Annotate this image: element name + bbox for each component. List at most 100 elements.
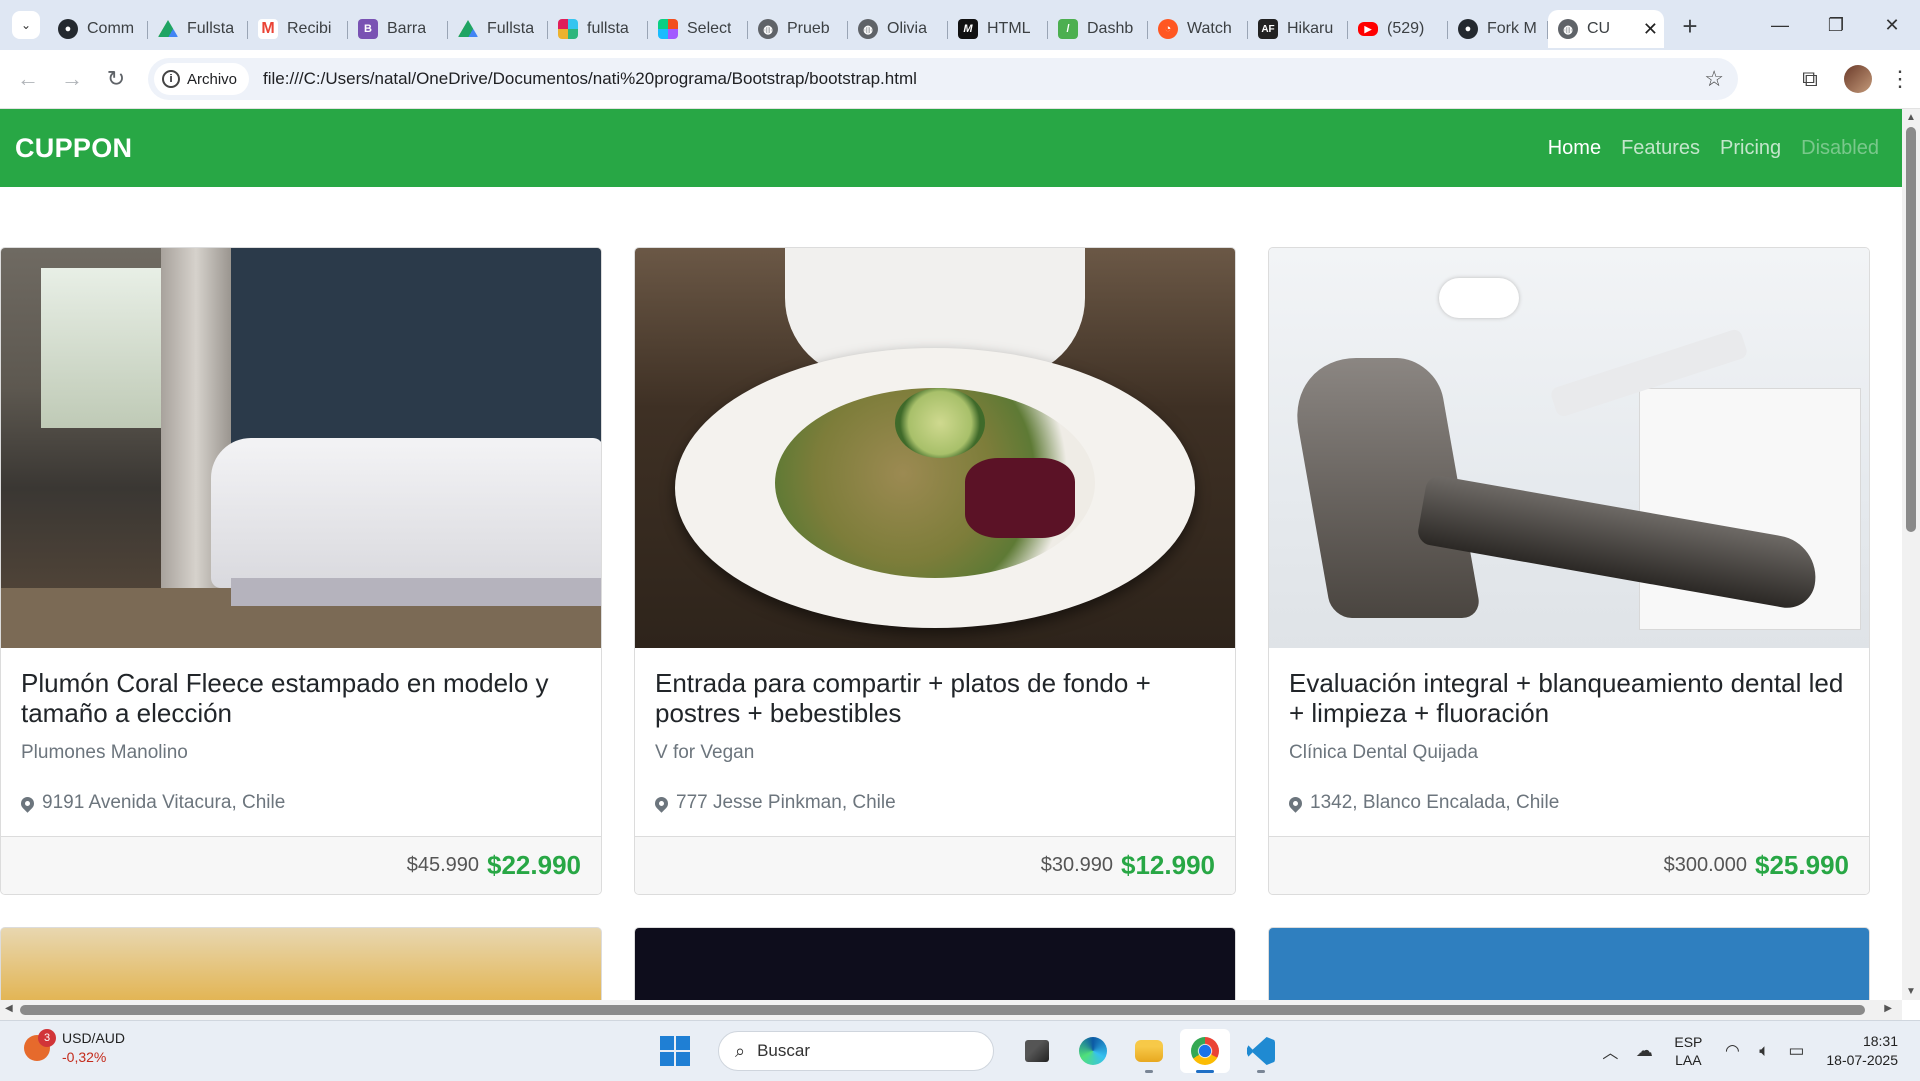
search-icon: ⌕	[735, 1040, 746, 1061]
google-drive-icon	[158, 20, 178, 37]
browser-tab[interactable]: Fullsta	[148, 10, 248, 48]
language-indicator[interactable]: ESP LAA	[1674, 1033, 1702, 1069]
old-price: $45.990	[406, 854, 480, 876]
google-drive-icon	[458, 20, 478, 37]
coupon-card-partial[interactable]	[1268, 927, 1870, 1000]
nav-link-home[interactable]: Home	[1548, 137, 1601, 160]
new-tab-button[interactable]: +	[1672, 11, 1708, 42]
address-bar[interactable]: i Archivo file:///C:/Users/natal/OneDriv…	[148, 58, 1738, 100]
url-text[interactable]: file:///C:/Users/natal/OneDrive/Document…	[263, 69, 917, 89]
card-footer: $30.990 $12.990	[635, 836, 1235, 894]
onedrive-icon[interactable]: ☁	[1628, 1041, 1660, 1061]
scroll-thumb[interactable]	[1906, 127, 1916, 532]
browser-tab[interactable]: / Dashb	[1048, 10, 1148, 48]
coupon-card[interactable]: Plumón Coral Fleece estampado en modelo …	[0, 247, 602, 895]
edge-icon[interactable]	[1068, 1029, 1118, 1073]
menu-kebab-icon[interactable]: ⋮	[1888, 66, 1912, 92]
old-price: $30.990	[1040, 854, 1114, 876]
card-footer: $300.000 $25.990	[1269, 836, 1869, 894]
youtube-icon: ▶	[1358, 22, 1378, 36]
browser-tab[interactable]: Select	[648, 10, 748, 48]
brand-logo[interactable]: CUPPON	[15, 133, 132, 164]
slack-icon	[558, 19, 578, 39]
taskbar-search[interactable]: ⌕ Buscar	[718, 1031, 994, 1071]
browser-tab[interactable]: Fullsta	[448, 10, 548, 48]
file-explorer-icon[interactable]	[1124, 1029, 1174, 1073]
reload-icon[interactable]: ↻	[94, 66, 138, 92]
site-info-label: Archivo	[187, 70, 238, 88]
battery-icon[interactable]: ▭	[1780, 1041, 1812, 1061]
gmail-icon: M	[258, 19, 278, 39]
horizontal-scrollbar[interactable]: ◀ ▶	[0, 1000, 1902, 1020]
scroll-right-icon[interactable]: ▶	[1884, 1003, 1892, 1014]
ticker-label: USD/AUD	[62, 1030, 126, 1046]
taskbar-search-placeholder: Buscar	[757, 1041, 811, 1060]
browser-tab[interactable]: ◍ Prueb	[748, 10, 848, 48]
scroll-left-icon[interactable]: ◀	[5, 1003, 13, 1014]
minimize-icon[interactable]: —	[1752, 0, 1808, 50]
browser-tab[interactable]: ● Fork M	[1448, 10, 1548, 48]
coupon-grid: Plumón Coral Fleece estampado en modelo …	[0, 247, 1902, 907]
clock[interactable]: 18:31 18-07-2025	[1826, 1032, 1898, 1070]
dashboard-icon: /	[1058, 19, 1078, 39]
coupon-card-partial[interactable]	[634, 927, 1236, 1000]
scroll-down-icon[interactable]: ▼	[1906, 986, 1916, 997]
tab-search-chevron-icon[interactable]: ⌄	[12, 11, 40, 39]
browser-tab[interactable]: M Recibi	[248, 10, 348, 48]
profile-avatar[interactable]	[1844, 65, 1872, 93]
browser-tab[interactable]: fullsta	[548, 10, 648, 48]
browser-tab[interactable]: ● Comm	[48, 10, 148, 48]
nav-link-features[interactable]: Features	[1621, 137, 1700, 160]
card-vendor: Clínica Dental Quijada	[1289, 742, 1479, 763]
globe-icon: ◍	[858, 19, 878, 39]
browser-tab[interactable]: M HTML	[948, 10, 1048, 48]
stock-widget[interactable]: 3 USD/AUD -0,32%	[24, 1029, 125, 1067]
old-price: $300.000	[1663, 854, 1748, 876]
site-info-chip[interactable]: i Archivo	[154, 63, 250, 95]
stocks-icon: 3	[24, 1029, 56, 1061]
language-code: ESP	[1674, 1034, 1703, 1050]
browser-tab[interactable]: AF Hikaru	[1248, 10, 1348, 48]
forward-arrow-icon[interactable]: →	[50, 66, 94, 92]
close-tab-icon[interactable]: ✕	[1643, 19, 1658, 40]
info-icon: i	[162, 70, 180, 88]
task-view-icon[interactable]	[1012, 1029, 1062, 1073]
browser-tab[interactable]: ▶ (529)	[1348, 10, 1448, 48]
github-icon: ●	[58, 19, 78, 39]
chrome-icon[interactable]	[1180, 1029, 1230, 1073]
bootstrap-icon: B	[358, 19, 378, 39]
af-icon: AF	[1258, 19, 1278, 39]
browser-tab[interactable]: B Barra	[348, 10, 448, 48]
coupon-card-partial[interactable]	[0, 927, 602, 1000]
coupon-card[interactable]: Evaluación integral + blanqueamiento den…	[1268, 247, 1870, 895]
notification-badge: 3	[38, 1029, 56, 1047]
volume-icon[interactable]: 🔈︎	[1748, 1041, 1780, 1061]
chevron-up-icon[interactable]: ︿	[1592, 1039, 1628, 1063]
window-controls: — ❐ ✕	[1752, 0, 1920, 50]
taskbar-center: ⌕ Buscar	[660, 1029, 1292, 1073]
windows-start-icon[interactable]	[660, 1036, 690, 1066]
restore-icon[interactable]: ❐	[1808, 0, 1864, 50]
back-arrow-icon[interactable]: ←	[6, 66, 50, 92]
new-price: $22.990	[487, 850, 581, 880]
card-vendor: Plumones Manolino	[21, 742, 188, 763]
scroll-up-icon[interactable]: ▲	[1906, 112, 1916, 123]
scroll-thumb[interactable]	[20, 1005, 1865, 1015]
nav-link-pricing[interactable]: Pricing	[1720, 137, 1781, 160]
browser-toolbar: ← → ↻ i Archivo file:///C:/Users/natal/O…	[0, 50, 1920, 109]
map-pin-icon	[18, 793, 37, 813]
globe-icon: ◍	[1558, 19, 1578, 39]
browser-tab[interactable]: ◍ Olivia	[848, 10, 948, 48]
active-browser-tab[interactable]: ◍ CU ✕	[1548, 10, 1664, 48]
extensions-icon[interactable]: ⧉	[1788, 66, 1832, 92]
card-address-text: 9191 Avenida Vitacura, Chile	[42, 792, 286, 813]
vertical-scrollbar[interactable]: ▲ ▼	[1902, 109, 1920, 1000]
bookmark-star-icon[interactable]: ☆	[1704, 66, 1724, 92]
browser-tab[interactable]: ◔ Watch	[1148, 10, 1248, 48]
close-window-icon[interactable]: ✕	[1864, 0, 1920, 50]
site-navbar: CUPPON Home Features Pricing Disabled	[0, 109, 1902, 187]
nav-links: Home Features Pricing Disabled	[1528, 137, 1879, 160]
vscode-icon[interactable]	[1236, 1029, 1286, 1073]
coupon-card[interactable]: Entrada para compartir + platos de fondo…	[634, 247, 1236, 895]
wifi-icon[interactable]: ◠	[1716, 1041, 1748, 1061]
